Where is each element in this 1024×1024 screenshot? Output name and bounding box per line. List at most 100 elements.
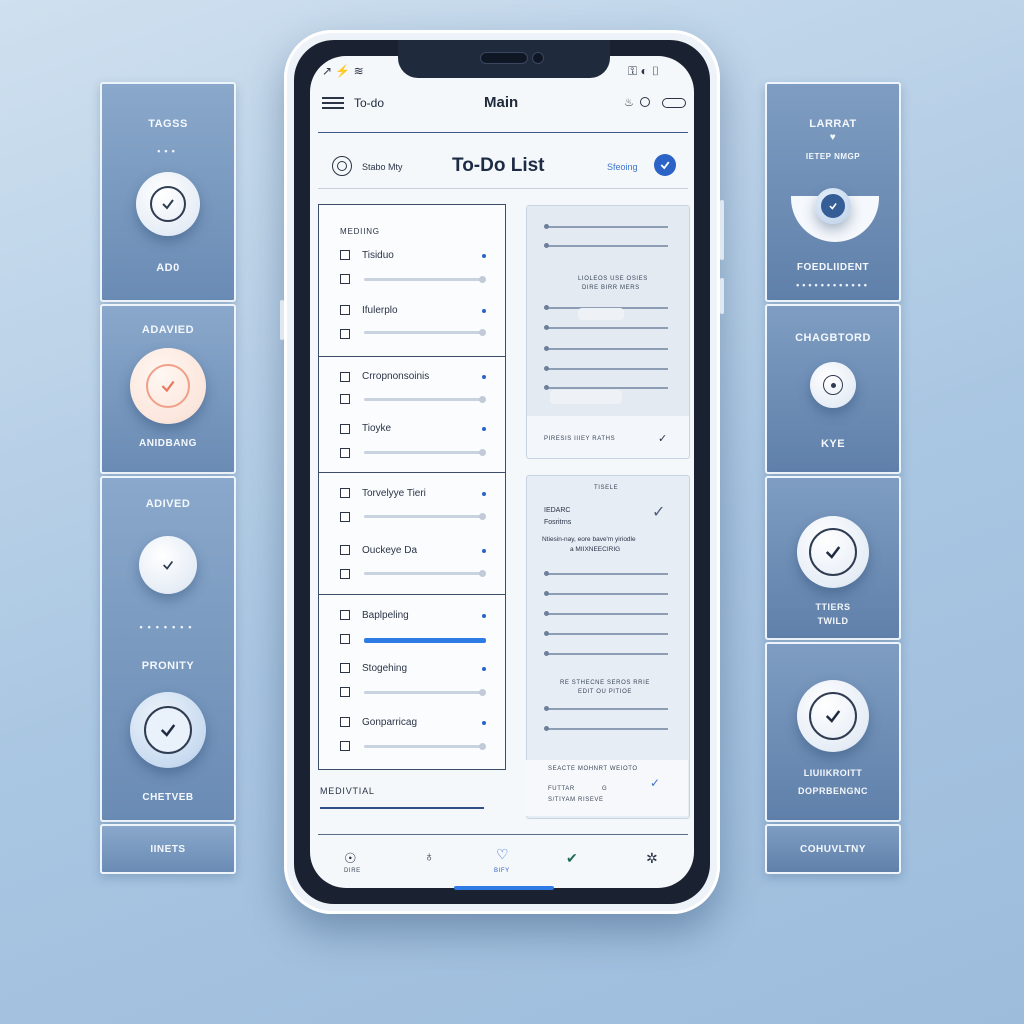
- task-checkbox[interactable]: [340, 372, 350, 382]
- notes-slider[interactable]: [544, 706, 668, 711]
- task-checkbox[interactable]: [340, 545, 350, 555]
- left-panel-add[interactable]: TAGSS ••• AD0: [100, 82, 236, 302]
- task-label[interactable]: Tioyke: [362, 423, 391, 434]
- chevron-check-icon[interactable]: ✓: [652, 502, 665, 522]
- task-checkbox[interactable]: [340, 512, 350, 522]
- task-label[interactable]: Tisiduo: [362, 250, 394, 261]
- right-panel-tiers-title: TTIERS: [815, 602, 851, 612]
- detail-slider[interactable]: [544, 224, 668, 229]
- task-checkbox[interactable]: [340, 663, 350, 673]
- task-checkbox[interactable]: [340, 305, 350, 315]
- right-panel-leadership[interactable]: LIUIIKROITT DOPRBENGNC: [765, 642, 901, 822]
- notes-slider[interactable]: [544, 591, 668, 596]
- detail-chip[interactable]: [550, 390, 622, 404]
- right-panel-changed[interactable]: CHAGBTORD KYE: [765, 304, 901, 474]
- notes-caption-2: EDIT OU PITIOE: [578, 689, 632, 695]
- left-panel-add-label: AD0: [156, 262, 180, 274]
- notes-title: TISELE: [594, 485, 619, 491]
- detail-slider[interactable]: [544, 346, 668, 351]
- task-label[interactable]: Ifulerplo: [362, 305, 398, 316]
- task-checkbox[interactable]: [340, 687, 350, 697]
- right-panel-target[interactable]: LARRAT ♥ IETEP NMGP FOEDLIIDENT ••••••••…: [765, 82, 901, 302]
- target-check-knob[interactable]: [815, 188, 851, 224]
- bell-icon[interactable]: ♨: [624, 96, 634, 109]
- right-panel-bottom-tab[interactable]: COHUVLTNY: [765, 824, 901, 874]
- task-checkbox[interactable]: [340, 250, 350, 260]
- settings-icon[interactable]: ✲: [646, 850, 658, 867]
- task-label[interactable]: Baplpeling: [362, 610, 409, 621]
- task-progress-slider[interactable]: [364, 329, 486, 336]
- notes-slider[interactable]: [544, 571, 668, 576]
- task-checkbox[interactable]: [340, 741, 350, 751]
- task-label[interactable]: Ouckeye Da: [362, 545, 417, 556]
- detail-slider[interactable]: [544, 366, 668, 371]
- task-checkbox[interactable]: [340, 610, 350, 620]
- right-panel-tiers[interactable]: TTIERS TWILD: [765, 476, 901, 640]
- right-panel-target-label: FOEDLIIDENT: [796, 262, 870, 273]
- task-checkbox[interactable]: [340, 274, 350, 284]
- right-panel-leadership-label: DOPRBENGNC: [797, 786, 868, 796]
- avatar-icon[interactable]: [332, 156, 352, 176]
- profile-icon[interactable]: [640, 97, 650, 107]
- priority-check-knob[interactable]: [139, 536, 197, 594]
- task-progress-slider[interactable]: [364, 276, 486, 283]
- notes-line-4: a MIIXNEECIRIG: [570, 546, 621, 553]
- task-checkbox[interactable]: [340, 717, 350, 727]
- footer-label: MEDIVTIAL: [320, 786, 375, 796]
- tiers-check-knob[interactable]: [797, 516, 869, 588]
- check-icon[interactable]: ✓: [658, 432, 667, 445]
- left-panel-priority-title: ADIVED: [145, 498, 191, 510]
- detail-slider[interactable]: [544, 325, 668, 330]
- home-icon[interactable]: ☉: [344, 850, 357, 867]
- notes-slider[interactable]: [544, 726, 668, 731]
- advanced-check-knob[interactable]: [130, 348, 206, 424]
- list-header-left-text: Stabo Mty: [362, 162, 403, 172]
- task-checkbox[interactable]: [340, 488, 350, 498]
- task-checkbox[interactable]: [340, 329, 350, 339]
- task-progress-slider[interactable]: [364, 689, 486, 696]
- check-icon[interactable]: ✔: [566, 850, 578, 867]
- leadership-check-knob[interactable]: [797, 680, 869, 752]
- detail-slider[interactable]: [544, 385, 668, 390]
- changed-toggle-knob[interactable]: [810, 362, 856, 408]
- check-icon: [144, 706, 192, 754]
- task-label[interactable]: Gonparricag: [362, 717, 417, 728]
- list-status-text: Sfeoing: [607, 162, 638, 172]
- task-label[interactable]: Stogehing: [362, 663, 407, 674]
- task-checkbox[interactable]: [340, 569, 350, 579]
- right-panel-bottom-tab-label: COHUVLTNY: [800, 843, 866, 855]
- task-progress-slider[interactable]: [364, 570, 486, 577]
- lightbulb-icon[interactable]: ♁: [424, 848, 435, 864]
- left-panel-bottom-tab[interactable]: IINETS: [100, 824, 236, 874]
- task-checkbox[interactable]: [340, 394, 350, 404]
- notes-slider[interactable]: [544, 631, 668, 636]
- notes-slider[interactable]: [544, 611, 668, 616]
- task-checkbox[interactable]: [340, 634, 350, 644]
- detail-chip[interactable]: [578, 308, 624, 320]
- task-checkbox[interactable]: [340, 424, 350, 434]
- side-button: [720, 200, 724, 260]
- complete-check-button[interactable]: [654, 154, 676, 176]
- task-progress-slider-active[interactable]: [364, 638, 486, 643]
- menu-icon[interactable]: [322, 97, 344, 109]
- task-label[interactable]: Crropnonsoinis: [362, 371, 429, 382]
- heart-icon[interactable]: ♡: [496, 846, 509, 863]
- priority-level-knob[interactable]: [130, 692, 206, 768]
- task-progress-slider[interactable]: [364, 396, 486, 403]
- task-checkbox[interactable]: [340, 448, 350, 458]
- left-panel-priority[interactable]: ADIVED ••••••• PRONITY CHETVEB: [100, 476, 236, 822]
- check-icon: [163, 560, 174, 570]
- task-progress-slider[interactable]: [364, 743, 486, 750]
- toggle-icon[interactable]: [662, 98, 686, 108]
- check-icon[interactable]: ✓: [650, 776, 660, 790]
- add-check-knob[interactable]: [136, 172, 200, 236]
- notes-slider[interactable]: [544, 651, 668, 656]
- task-progress-slider[interactable]: [364, 449, 486, 456]
- left-panel-advanced[interactable]: ADAVIED ANIDBANG: [100, 304, 236, 474]
- task-label[interactable]: Torvelyye Tieri: [362, 488, 426, 499]
- status-right-icons: ⚿ ◐ ▯: [628, 64, 661, 78]
- detail-slider[interactable]: [544, 243, 668, 248]
- priority-dot: [482, 721, 486, 725]
- home-indicator[interactable]: [454, 886, 554, 890]
- task-progress-slider[interactable]: [364, 513, 486, 520]
